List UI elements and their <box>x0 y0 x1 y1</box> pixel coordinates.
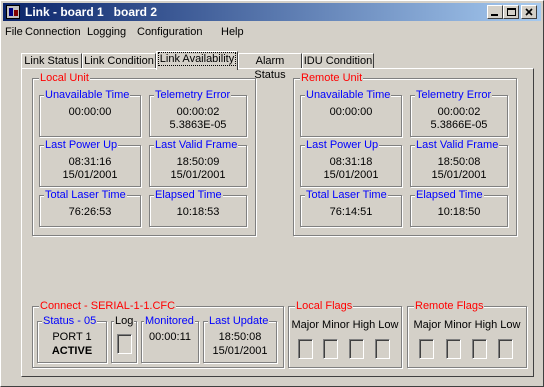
menu-connection[interactable]: Connection <box>25 26 81 38</box>
tab-panel: Local Unit Unavailable Time 00:00:00 Tel… <box>21 68 534 377</box>
remote-flags-group: Remote Flags Major Minor High Low <box>407 300 527 368</box>
remote-last-power-up-time: 08:31:18 <box>329 156 373 168</box>
remote-total-laser-time: Total Laser Time 76:14:51 <box>300 189 402 227</box>
connect-state: ACTIVE <box>51 345 93 357</box>
tab-idu-condition[interactable]: IDU Condition <box>302 53 374 69</box>
remote-elapsed-time-label: Elapsed Time <box>415 189 484 201</box>
connect-title: Connect - SERIAL-1-1.CFC <box>39 300 177 312</box>
remote-telemetry-error-label: Telemetry Error <box>415 89 493 101</box>
tab-link-condition[interactable]: Link Condition <box>82 53 156 69</box>
remote-elapsed-time-value: 10:18:50 <box>437 206 481 218</box>
connect-port: PORT 1 <box>52 331 92 343</box>
remote-flags-labels: Major Minor High Low <box>413 319 521 331</box>
connect-monitored-value: 00:00:11 <box>148 331 191 343</box>
remote-unit-title: Remote Unit <box>300 72 364 84</box>
remote-last-power-up-date: 15/01/2001 <box>323 169 379 181</box>
connect-log-label: Log <box>114 315 135 327</box>
window-title: Link - board 1 board 2 <box>25 5 158 19</box>
remote-total-laser-time-label: Total Laser Time <box>305 189 388 201</box>
local-elapsed-time-value: 10:18:53 <box>176 206 220 218</box>
local-last-valid-frame-date: 15/01/2001 <box>170 169 226 181</box>
remote-telemetry-error: Telemetry Error 00:00:02 5.3866E-05 <box>410 89 508 137</box>
log-indicator <box>117 334 132 354</box>
connect-last-update-time: 18:50:08 <box>218 331 262 343</box>
local-last-power-up-time: 08:31:16 <box>68 156 112 168</box>
local-flag-high <box>349 339 364 359</box>
minimize-icon <box>491 14 498 16</box>
connect-status-label: Status - 05 <box>42 315 98 327</box>
local-telemetry-error: Telemetry Error 00:00:02 5.3863E-05 <box>149 89 247 137</box>
local-total-laser-time: Total Laser Time 76:26:53 <box>39 189 141 227</box>
remote-telemetry-error-time: 00:00:02 <box>437 106 481 118</box>
remote-flags-title: Remote Flags <box>414 300 485 312</box>
connect-last-update: Last Update 18:50:08 15/01/2001 <box>203 315 277 363</box>
connect-status: Status - 05 PORT 1 ACTIVE <box>37 315 107 363</box>
menu-bar: File Connection Logging Configuration He… <box>3 23 541 41</box>
connect-group: Connect - SERIAL-1-1.CFC Status - 05 POR… <box>32 300 284 368</box>
local-flag-minor <box>323 339 338 359</box>
remote-unit-group: Remote Unit Unavailable Time 00:00:00 Te… <box>293 72 517 236</box>
app-window: Link - board 1 board 2 File Connection L… <box>0 0 544 387</box>
remote-telemetry-error-rate: 5.3866E-05 <box>430 119 488 131</box>
local-elapsed-time-label: Elapsed Time <box>154 189 223 201</box>
title-bar[interactable]: Link - board 1 board 2 <box>3 3 541 21</box>
local-telemetry-error-rate: 5.3863E-05 <box>169 119 227 131</box>
connect-last-update-date: 15/01/2001 <box>212 345 268 357</box>
menu-help[interactable]: Help <box>221 26 244 38</box>
remote-unavailable-time: Unavailable Time 00:00:00 <box>300 89 402 137</box>
remote-last-power-up: Last Power Up 08:31:18 15/01/2001 <box>300 139 402 187</box>
connect-monitored: Monitored 00:00:11 <box>141 315 199 363</box>
remote-last-valid-frame-time: 18:50:08 <box>437 156 481 168</box>
local-unavailable-time-value: 00:00:00 <box>68 106 112 118</box>
tab-alarm-status[interactable]: Alarm Status <box>238 53 302 81</box>
remote-unavailable-time-value: 00:00:00 <box>329 106 373 118</box>
local-last-power-up: Last Power Up 08:31:16 15/01/2001 <box>39 139 141 187</box>
local-unit-group: Local Unit Unavailable Time 00:00:00 Tel… <box>32 72 256 236</box>
local-flags-title: Local Flags <box>295 300 354 312</box>
local-flag-major <box>298 339 313 359</box>
remote-flag-minor <box>446 339 461 359</box>
remote-last-power-up-label: Last Power Up <box>305 139 380 151</box>
local-flag-low <box>375 339 390 359</box>
remote-last-valid-frame-date: 15/01/2001 <box>431 169 487 181</box>
local-flags-labels: Major Minor High Low <box>291 319 399 331</box>
menu-file[interactable]: File <box>5 26 23 38</box>
local-unit-title: Local Unit <box>39 72 90 84</box>
remote-last-valid-frame: Last Valid Frame 18:50:08 15/01/2001 <box>410 139 508 187</box>
app-icon[interactable] <box>6 5 20 19</box>
local-last-valid-frame-time: 18:50:09 <box>176 156 220 168</box>
maximize-button[interactable] <box>503 5 519 19</box>
tab-link-availability[interactable]: Link Availability <box>156 51 238 70</box>
minimize-button[interactable] <box>487 5 503 19</box>
local-flags-group: Local Flags Major Minor High Low <box>288 300 402 368</box>
connect-monitored-label: Monitored <box>144 315 195 327</box>
close-icon <box>525 8 533 16</box>
local-total-laser-time-label: Total Laser Time <box>44 189 127 201</box>
close-button[interactable] <box>521 5 537 19</box>
remote-flag-major <box>419 339 434 359</box>
local-last-valid-frame-label: Last Valid Frame <box>154 139 239 151</box>
menu-configuration[interactable]: Configuration <box>137 26 202 38</box>
local-telemetry-error-time: 00:00:02 <box>176 106 220 118</box>
menu-logging[interactable]: Logging <box>87 26 126 38</box>
local-elapsed-time: Elapsed Time 10:18:53 <box>149 189 247 227</box>
maximize-icon <box>507 8 516 16</box>
remote-total-laser-time-value: 76:14:51 <box>329 206 373 218</box>
local-telemetry-error-label: Telemetry Error <box>154 89 232 101</box>
connect-log: Log <box>111 315 137 363</box>
local-last-valid-frame: Last Valid Frame 18:50:09 15/01/2001 <box>149 139 247 187</box>
connect-last-update-label: Last Update <box>208 315 270 327</box>
remote-last-valid-frame-label: Last Valid Frame <box>415 139 500 151</box>
local-unavailable-time: Unavailable Time 00:00:00 <box>39 89 141 137</box>
tab-link-status[interactable]: Link Status <box>21 53 82 69</box>
remote-elapsed-time: Elapsed Time 10:18:50 <box>410 189 508 227</box>
local-unavailable-time-label: Unavailable Time <box>44 89 131 101</box>
remote-flag-low <box>498 339 513 359</box>
local-last-power-up-label: Last Power Up <box>44 139 119 151</box>
remote-unavailable-time-label: Unavailable Time <box>305 89 392 101</box>
remote-flag-high <box>472 339 487 359</box>
local-total-laser-time-value: 76:26:53 <box>68 206 112 218</box>
local-last-power-up-date: 15/01/2001 <box>62 169 118 181</box>
